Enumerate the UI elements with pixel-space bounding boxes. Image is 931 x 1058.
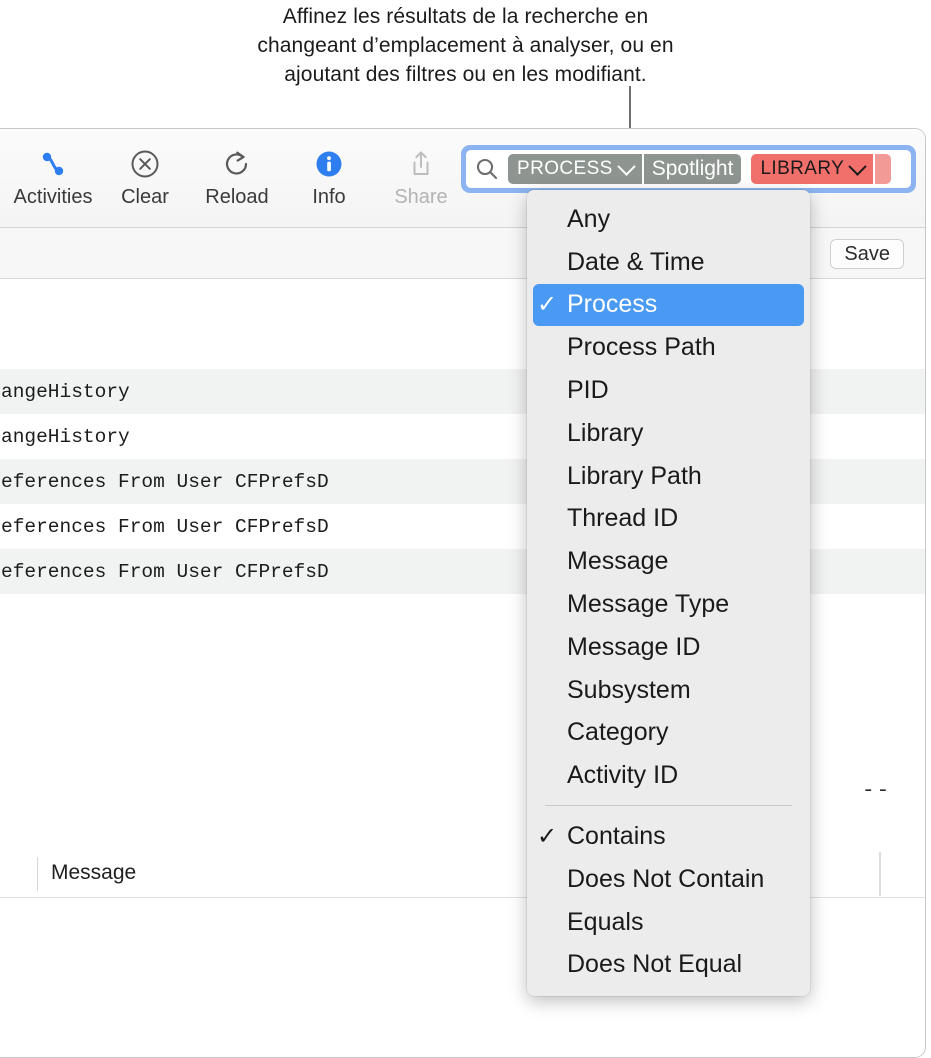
menu-item-label: Subsystem <box>567 675 691 704</box>
menu-item-message-type[interactable]: Message Type <box>527 583 810 626</box>
toolbar-button-activities[interactable]: Activities <box>7 143 99 209</box>
clear-circle-x-icon <box>128 143 162 185</box>
menu-item-activity-id[interactable]: Activity ID <box>527 754 810 797</box>
menu-item-label: Message <box>567 547 669 576</box>
toolbar-button-group: Activities Clear Reload Info Share <box>7 143 467 209</box>
menu-check-icon: ✓ <box>537 822 558 850</box>
menu-item-message-id[interactable]: Message ID <box>527 626 810 669</box>
menu-item-label: Library <box>567 418 644 447</box>
chevron-down-icon <box>848 156 867 176</box>
menu-item-process[interactable]: ✓ Process <box>533 283 804 327</box>
toolbar-button-reload[interactable]: Reload <box>191 143 283 209</box>
log-row-text: eferences From User CFPrefsD <box>1 515 329 538</box>
menu-item-category[interactable]: Category <box>527 712 810 755</box>
menu-item-label: Thread ID <box>567 504 679 533</box>
menu-item-process-path[interactable]: Process Path <box>527 326 810 369</box>
menu-item-label: Category <box>567 718 669 747</box>
search-token-value-label: Spotlight <box>651 157 734 180</box>
toolbar-label-reload: Reload <box>205 186 269 208</box>
menu-item-label: Any <box>567 204 611 233</box>
log-row-text: angeHistory <box>1 380 130 403</box>
search-token-value[interactable]: Spotlight <box>643 154 742 184</box>
menu-item-pid[interactable]: PID <box>527 369 810 412</box>
callout-line-3: ajoutant des filtres ou en les modifiant… <box>284 63 647 86</box>
menu-item-label: Does Not Contain <box>567 864 765 893</box>
search-field-focus-ring: PROCESS Spotlight LIBRARY <box>461 145 916 193</box>
search-token-library[interactable]: LIBRARY <box>751 154 874 184</box>
menu-item-does-not-equal[interactable]: Does Not Equal <box>527 944 810 987</box>
column-separator <box>37 857 38 891</box>
activities-icon <box>36 143 70 185</box>
menu-item-contains[interactable]: ✓ Contains <box>527 815 810 858</box>
search-field-dropdown-menu[interactable]: Any Date & Time ✓ Process Process Path P… <box>527 190 810 997</box>
menu-item-label: Process <box>567 290 658 319</box>
toolbar-label-activities: Activities <box>13 186 93 208</box>
menu-item-label: Contains <box>567 822 666 851</box>
detail-empty-value: -- <box>862 780 892 803</box>
menu-item-subsystem[interactable]: Subsystem <box>527 669 810 712</box>
callout-caption: Affinez les résultats de la recherche en… <box>0 2 931 89</box>
toolbar-button-share[interactable]: Share <box>375 143 467 209</box>
detail-message-label: Message <box>51 861 137 884</box>
callout-line-1: Affinez les résultats de la recherche en <box>282 5 649 28</box>
menu-item-library-path[interactable]: Library Path <box>527 455 810 498</box>
search-input[interactable]: PROCESS Spotlight LIBRARY <box>466 150 911 188</box>
menu-item-thread-id[interactable]: Thread ID <box>527 498 810 541</box>
toolbar-label-share: Share <box>394 186 448 208</box>
menu-item-library[interactable]: Library <box>527 412 810 455</box>
menu-item-label: Does Not Equal <box>567 950 743 979</box>
menu-item-label: Message Type <box>567 590 730 619</box>
menu-item-label: Date & Time <box>567 247 705 276</box>
search-token-field-label: PROCESS <box>517 158 613 179</box>
menu-item-any[interactable]: Any <box>527 198 810 241</box>
log-row-text: angeHistory <box>1 425 130 448</box>
chevron-down-icon <box>617 156 636 176</box>
menu-item-label: Activity ID <box>567 761 679 790</box>
reload-icon <box>220 143 254 185</box>
search-token-library-label: LIBRARY <box>760 158 845 179</box>
menu-item-label: Library Path <box>567 461 702 490</box>
toolbar-label-info: Info <box>312 186 346 208</box>
search-token-field[interactable]: PROCESS <box>508 154 642 184</box>
menu-check-icon: ✓ <box>537 290 558 318</box>
menu-item-label: Equals <box>567 907 644 936</box>
menu-item-label: Process Path <box>567 333 716 362</box>
callout-line-2: changeant d’emplacement à analyser, ou e… <box>257 34 674 57</box>
search-icon <box>474 156 500 182</box>
toolbar-button-clear[interactable]: Clear <box>99 143 191 209</box>
menu-item-date-time[interactable]: Date & Time <box>527 241 810 284</box>
menu-item-does-not-contain[interactable]: Does Not Contain <box>527 858 810 901</box>
menu-item-label: Message ID <box>567 632 701 661</box>
toolbar-button-info[interactable]: Info <box>283 143 375 209</box>
menu-item-equals[interactable]: Equals <box>527 901 810 944</box>
search-token-library-value[interactable] <box>875 154 892 184</box>
share-icon <box>404 143 438 185</box>
log-row-text: eferences From User CFPrefsD <box>1 560 329 583</box>
save-button-label: Save <box>844 242 890 265</box>
log-row-text: eferences From User CFPrefsD <box>1 470 329 493</box>
menu-item-label: PID <box>567 376 609 405</box>
menu-separator <box>545 805 792 807</box>
save-button[interactable]: Save <box>830 239 904 269</box>
info-icon <box>312 143 346 185</box>
toolbar-label-clear: Clear <box>121 186 169 208</box>
menu-item-message[interactable]: Message <box>527 540 810 583</box>
